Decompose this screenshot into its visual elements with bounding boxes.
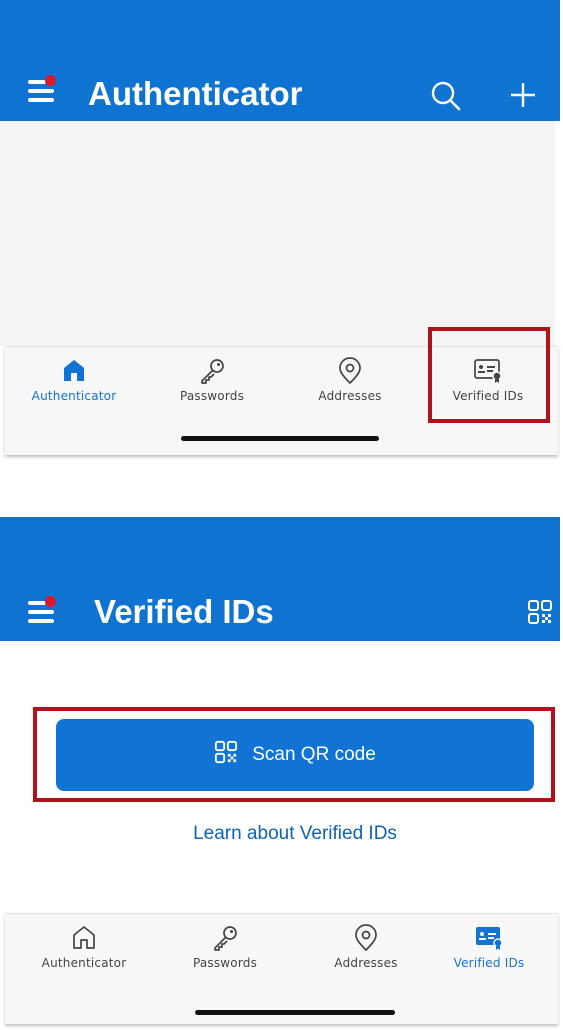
- tab-addresses[interactable]: Addresses: [281, 347, 419, 417]
- tab-authenticator[interactable]: Authenticator: [15, 914, 153, 984]
- key-icon: [198, 357, 226, 390]
- id-card-icon: [474, 924, 504, 955]
- learn-about-verified-ids-link[interactable]: Learn about Verified IDs: [0, 823, 563, 845]
- tab-label: Addresses: [318, 389, 382, 403]
- location-pin-icon: [336, 357, 364, 390]
- location-pin-icon: [352, 924, 380, 957]
- page-title: Authenticator: [88, 75, 303, 112]
- hamburger-menu-button[interactable]: [28, 596, 56, 623]
- tab-label: Passwords: [192, 956, 258, 970]
- key-icon: [211, 924, 239, 957]
- tab-label: Passwords: [179, 389, 245, 403]
- highlight-scan-button: [33, 707, 555, 802]
- content-area: [0, 121, 555, 346]
- notification-dot: [45, 596, 56, 607]
- home-outline-icon: [71, 924, 97, 955]
- tab-verified-ids[interactable]: Verified IDs: [420, 914, 558, 984]
- bottom-tab-bar: Authenticator Passwords Addresses Verifi…: [5, 913, 558, 1024]
- page-title: Verified IDs: [94, 593, 274, 630]
- hamburger-menu-button[interactable]: [28, 75, 56, 102]
- app-header: Authenticator: [0, 0, 560, 121]
- home-indicator: [181, 436, 379, 441]
- home-indicator: [195, 1010, 395, 1015]
- highlight-verified-ids-tab: [428, 327, 550, 423]
- verified-ids-screen: Verified IDs Scan QR code Learn about Ve…: [0, 517, 563, 1030]
- search-icon[interactable]: [430, 80, 462, 117]
- tab-passwords[interactable]: Passwords: [143, 347, 281, 417]
- tab-label: Verified IDs: [453, 956, 525, 970]
- qr-code-icon[interactable]: [527, 599, 553, 630]
- authenticator-screen: Authenticator Authenticator Passwords Ad…: [0, 0, 563, 460]
- tab-authenticator[interactable]: Authenticator: [5, 347, 143, 417]
- plus-icon[interactable]: [508, 80, 538, 115]
- tab-passwords[interactable]: Passwords: [156, 914, 294, 984]
- app-header: Verified IDs: [0, 517, 560, 641]
- tab-label: Authenticator: [31, 389, 117, 403]
- notification-dot: [45, 75, 56, 86]
- tab-label: Authenticator: [41, 956, 127, 970]
- home-icon: [61, 357, 87, 388]
- tab-label: Addresses: [334, 956, 398, 970]
- tab-addresses[interactable]: Addresses: [297, 914, 435, 984]
